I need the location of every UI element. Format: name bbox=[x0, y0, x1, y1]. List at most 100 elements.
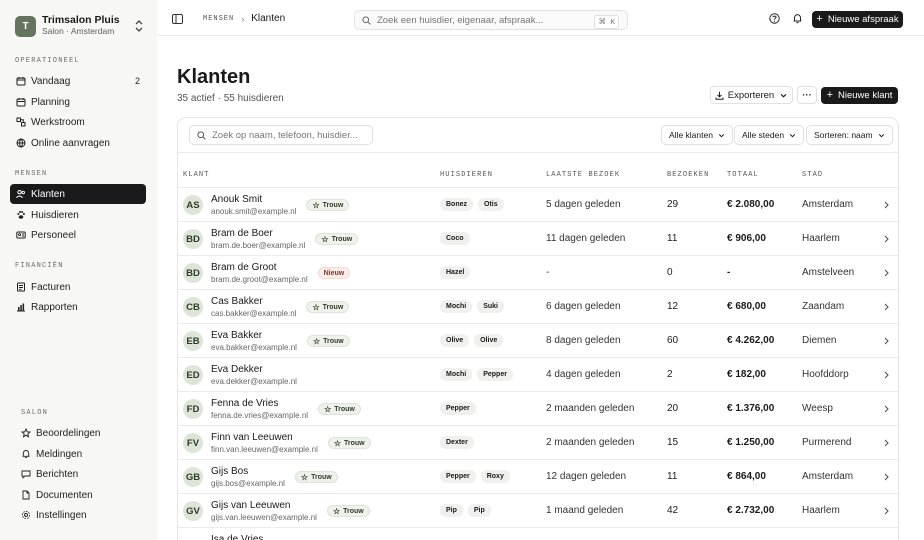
table-row[interactable]: BD Bram de Groot bram.de.groot@example.nl N… bbox=[178, 256, 898, 290]
client-search-input[interactable]: Zoek op naam, telefoon, huisdier... bbox=[189, 125, 373, 145]
star-icon: ☆ bbox=[300, 472, 309, 482]
pet-chip[interactable]: Mochi bbox=[440, 300, 473, 313]
sidebar-item-huisdieren[interactable]: Huisdieren bbox=[10, 205, 146, 225]
client-name[interactable]: Cas Bakker bbox=[211, 296, 263, 307]
sidebar-item-vandaag[interactable]: Vandaag 2 bbox=[10, 71, 146, 91]
search-placeholder: Zoek een huisdier, eigenaar, afspraak... bbox=[377, 14, 544, 26]
client-name[interactable]: Isa de Vries bbox=[211, 534, 263, 540]
last-visit: 6 dagen geleden bbox=[546, 301, 621, 312]
org-avatar: T bbox=[15, 15, 36, 37]
table-row[interactable]: FD Fenna de Vries fenna.de.vries@example.n… bbox=[178, 392, 898, 426]
more-options-button[interactable]: ··· bbox=[797, 86, 817, 104]
global-search-input[interactable]: Zoek een huisdier, eigenaar, afspraak...… bbox=[354, 10, 628, 30]
table-row[interactable]: CB Cas Bakker cas.bakker@example.nl ☆ Trouw M… bbox=[178, 290, 898, 324]
client-name[interactable]: Gijs van Leeuwen bbox=[211, 500, 291, 511]
column-header-visits[interactable]: BEZOEKEN bbox=[667, 171, 709, 179]
sidebar-item-berichten[interactable]: Berichten bbox=[15, 464, 151, 484]
pet-chip[interactable]: Mochi bbox=[440, 368, 473, 381]
table-row[interactable]: GV Gijs van Leeuwen gijs.van.leeuwen@examp… bbox=[178, 494, 898, 528]
sidebar-item-label: Klanten bbox=[31, 188, 65, 200]
client-name[interactable]: Bram de Boer bbox=[211, 228, 273, 239]
chevron-right-icon[interactable] bbox=[883, 405, 890, 413]
sidebar-item-online-aanvragen[interactable]: Online aanvragen bbox=[10, 133, 146, 153]
avatar: ED bbox=[183, 365, 203, 385]
table-row[interactable]: EB Eva Bakker eva.bakker@example.nl ☆ Trouw O… bbox=[178, 324, 898, 358]
pet-chip[interactable]: Pip bbox=[440, 504, 463, 517]
client-name[interactable]: Anouk Smit bbox=[211, 194, 262, 205]
pet-chip[interactable]: Dexter bbox=[440, 436, 474, 449]
chevron-right-icon[interactable] bbox=[883, 303, 890, 311]
chevron-right-icon[interactable] bbox=[883, 201, 890, 209]
client-name[interactable]: Gijs Bos bbox=[211, 466, 248, 477]
sidebar-item-klanten[interactable]: Klanten bbox=[10, 184, 146, 204]
sidebar-item-planning[interactable]: Planning bbox=[10, 92, 146, 112]
sort-dropdown[interactable]: Sorteren: naam bbox=[806, 125, 893, 145]
pet-chip[interactable]: Suki bbox=[477, 300, 505, 313]
column-header-total[interactable]: TOTAAL bbox=[727, 171, 759, 179]
chevron-right-icon[interactable] bbox=[883, 337, 890, 345]
sidebar-item-documenten[interactable]: Documenten bbox=[15, 485, 151, 505]
more-icon: ··· bbox=[802, 89, 812, 101]
table-row[interactable]: ED Eva Dekker eva.dekker@example.nl Mochi Pe… bbox=[178, 358, 898, 392]
pet-chip[interactable]: Roxy bbox=[480, 470, 510, 483]
pet-chip[interactable]: Olive bbox=[440, 334, 470, 347]
org-switcher[interactable]: T Trimsalon Pluis Salon · Amsterdam bbox=[15, 13, 145, 39]
breadcrumb-section[interactable]: MENSEN bbox=[203, 15, 234, 23]
table-row[interactable]: AS Anouk Smit anouk.smit@example.nl ☆ Trouw B… bbox=[178, 188, 898, 222]
status-badge: ☆ Trouw bbox=[327, 437, 371, 449]
chevron-right-icon[interactable] bbox=[883, 235, 890, 243]
star-icon: ☆ bbox=[324, 404, 332, 414]
client-name[interactable]: Finn van Leeuwen bbox=[211, 432, 293, 443]
column-header-pets[interactable]: HUISDIEREN bbox=[440, 171, 493, 179]
sidebar-item-meldingen[interactable]: Meldingen bbox=[15, 444, 151, 464]
column-header-client[interactable]: KLANT bbox=[183, 171, 210, 179]
sidebar-item-rapporten[interactable]: Rapporten bbox=[10, 297, 146, 317]
globe-icon bbox=[16, 138, 26, 148]
export-button[interactable]: Exporteren bbox=[710, 86, 793, 104]
pet-chip[interactable]: Pip bbox=[467, 504, 491, 517]
sidebar-toggle-icon[interactable] bbox=[172, 14, 183, 24]
users-icon bbox=[16, 190, 25, 199]
pet-chip[interactable]: Coco bbox=[440, 232, 470, 245]
sidebar-item-instellingen[interactable]: Instellingen bbox=[15, 505, 151, 525]
column-header-city[interactable]: STAD bbox=[802, 171, 823, 179]
chevron-right-icon[interactable] bbox=[883, 269, 890, 277]
city-filter-dropdown[interactable]: Alle steden bbox=[734, 125, 805, 145]
column-header-last-visit[interactable]: LAATSTE BEZOEK bbox=[546, 171, 620, 179]
table-row[interactable]: GB Gijs Bos gijs.bos@example.nl ☆ Trouw Peppe… bbox=[178, 460, 898, 494]
help-icon[interactable] bbox=[769, 13, 780, 24]
table-row[interactable]: Isa de Vries bbox=[178, 528, 898, 540]
sidebar-item-werkstroom[interactable]: Werkstroom bbox=[10, 112, 146, 132]
client-name[interactable]: Eva Bakker bbox=[211, 330, 262, 341]
sidebar: T Trimsalon Pluis Salon · Amsterdam OPER… bbox=[0, 0, 157, 540]
sidebar-item-label: Personeel bbox=[31, 229, 77, 241]
chevron-right-icon[interactable] bbox=[883, 439, 890, 447]
sidebar-item-personeel[interactable]: Personeel bbox=[10, 225, 146, 245]
table-row[interactable]: FV Finn van Leeuwen finn.van.leeuwen@examp… bbox=[178, 426, 898, 460]
table-row[interactable]: BD Bram de Boer bram.de.boer@example.nl ☆ Tr… bbox=[178, 222, 898, 256]
pet-chip[interactable]: Pepper bbox=[477, 368, 513, 381]
sidebar-item-facturen[interactable]: Facturen bbox=[10, 277, 146, 297]
chevron-right-icon[interactable] bbox=[883, 507, 890, 515]
pet-chip[interactable]: Olive bbox=[474, 334, 504, 347]
last-visit: 1 maand geleden bbox=[546, 505, 624, 516]
pet-chip[interactable]: Hazel bbox=[440, 266, 471, 279]
new-appointment-button[interactable]: + Nieuwe afspraak bbox=[812, 11, 903, 28]
new-client-button[interactable]: + Nieuwe klant bbox=[821, 87, 898, 104]
chevron-right-icon[interactable] bbox=[883, 473, 890, 481]
pet-chip[interactable]: Pepper bbox=[440, 470, 476, 483]
client-filter-dropdown[interactable]: Alle klanten bbox=[661, 125, 733, 145]
client-name[interactable]: Fenna de Vries bbox=[211, 398, 278, 409]
client-name[interactable]: Eva Dekker bbox=[211, 364, 263, 375]
bell-icon[interactable] bbox=[792, 13, 803, 24]
bell-icon bbox=[22, 450, 30, 459]
breadcrumb-separator: › bbox=[241, 13, 245, 24]
pet-chip[interactable]: Pepper bbox=[440, 402, 476, 415]
client-name[interactable]: Bram de Groot bbox=[211, 262, 277, 273]
chevron-right-icon[interactable] bbox=[883, 371, 890, 379]
total-amount: € 864,00 bbox=[727, 471, 766, 482]
client-filter-label: Alle klanten bbox=[669, 130, 713, 140]
pet-chip[interactable]: Otis bbox=[478, 198, 504, 211]
pet-chip[interactable]: Bonez bbox=[440, 198, 473, 211]
sidebar-item-beoordelingen[interactable]: Beoordelingen bbox=[15, 423, 151, 443]
